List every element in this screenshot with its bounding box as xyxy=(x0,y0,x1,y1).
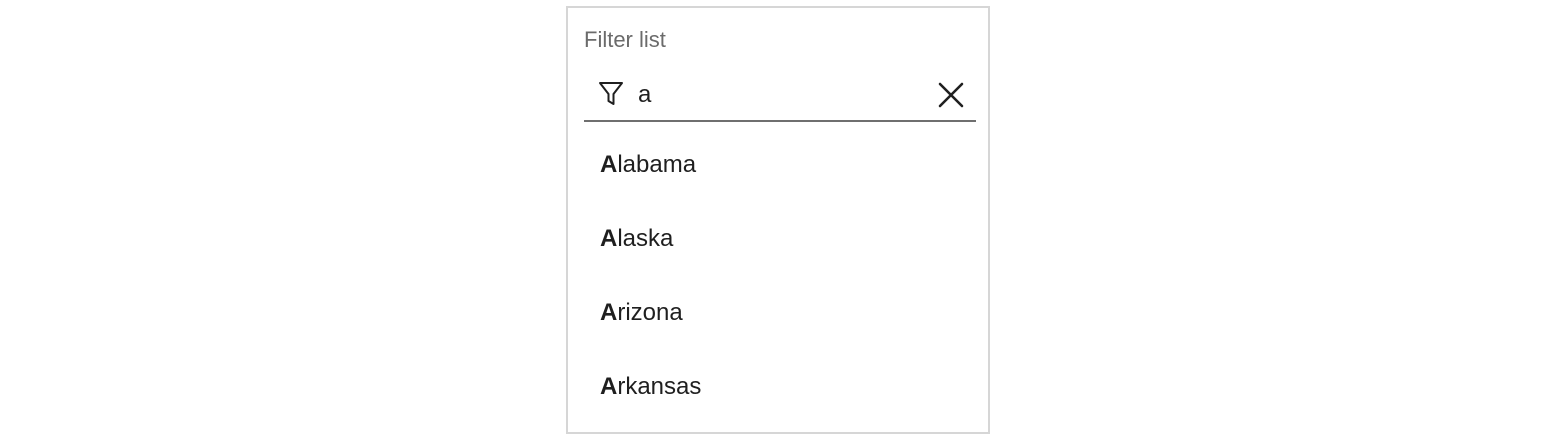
item-label-rest: rizona xyxy=(617,299,683,326)
filter-search-input[interactable] xyxy=(638,78,928,112)
list-item[interactable]: Arkansas xyxy=(568,350,988,424)
item-label-rest: laska xyxy=(617,225,674,252)
match-highlight: A xyxy=(600,299,618,326)
item-label-rest: rkansas xyxy=(617,373,702,400)
close-icon xyxy=(934,82,968,115)
filter-search-box xyxy=(584,74,976,122)
filter-label: Filter list xyxy=(584,27,666,52)
match-highlight: A xyxy=(600,373,618,400)
filtered-results-list: Alabama Alaska Arizona Arkansas xyxy=(568,128,988,424)
match-highlight: A xyxy=(600,151,618,178)
item-label-rest: labama xyxy=(617,151,697,178)
filter-funnel-icon xyxy=(598,80,624,108)
list-item[interactable]: Alaska xyxy=(568,202,988,276)
match-highlight: A xyxy=(600,225,618,252)
list-item[interactable]: Alabama xyxy=(568,128,988,202)
clear-filter-button[interactable] xyxy=(934,78,968,112)
filter-list-panel: Filter list Alabama Alaska Arizona Arkan… xyxy=(566,6,990,434)
list-item[interactable]: Arizona xyxy=(568,276,988,350)
